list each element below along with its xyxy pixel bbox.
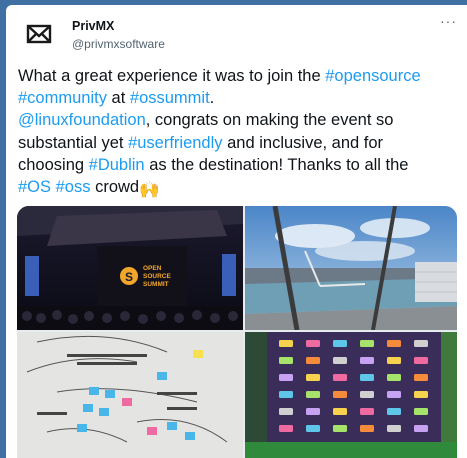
tweet-text-segment: and inclusive, and for (222, 133, 384, 152)
sticker (414, 408, 428, 415)
sticker (387, 391, 401, 398)
sticker (306, 374, 320, 381)
tweet-text-segment: crowd (90, 178, 140, 197)
photo-stage[interactable]: S OPEN SOURCE SUMMIT (17, 206, 243, 330)
tweet-text-segment: What a great experience it was to join t… (18, 67, 326, 85)
raising-hands-emoji-icon: 🙌 (139, 181, 160, 200)
stage-logo-line-3: SUMMIT (143, 281, 169, 288)
stage-logo-letter: S (125, 270, 133, 284)
author-name[interactable]: PrivMX (72, 19, 114, 33)
hashtag-link[interactable]: #ossummit (130, 89, 210, 107)
sticker (387, 340, 401, 347)
sticker (333, 408, 347, 415)
sticker (306, 408, 320, 415)
sticker (279, 408, 293, 415)
tweet-text-segment: choosing (18, 155, 89, 174)
stage-logo-line-2: SOURCE (143, 273, 171, 280)
photo-sticker-wall[interactable] (245, 332, 457, 458)
photo-dublin-view[interactable] (245, 206, 457, 330)
sticker (360, 374, 374, 381)
tweet-text-segment: , congrats on making the event so (145, 111, 394, 130)
hashtag-link[interactable]: #Dublin (89, 156, 145, 174)
sticker (333, 374, 347, 381)
sticker (279, 340, 293, 347)
tweet-line: @linuxfoundation, congrats on making the… (18, 109, 463, 131)
tweet-line: #OS #oss crowd🙌 (18, 176, 463, 201)
sticker (306, 425, 320, 432)
privmx-logo-avatar[interactable] (24, 19, 54, 49)
sticker (333, 340, 347, 347)
sticker (306, 340, 320, 347)
sticker (414, 374, 428, 381)
sticker (333, 357, 347, 364)
tweet-text-segment: at (106, 89, 130, 108)
sticker (414, 425, 428, 432)
tweet-text-segment: as the destination! Thanks to all the (144, 155, 409, 174)
sticker (414, 340, 428, 347)
sticker (279, 391, 293, 398)
author-handle[interactable]: @privmxsoftware (72, 37, 165, 51)
sticker (360, 408, 374, 415)
mention-link[interactable]: @linuxfoundation (18, 111, 146, 129)
sticker (360, 391, 374, 398)
stage-logo-line-1: OPEN (143, 265, 162, 272)
more-icon[interactable]: ··· (440, 13, 457, 29)
sticker (387, 408, 401, 415)
hashtag-link[interactable]: #community (18, 89, 107, 107)
hashtag-link[interactable]: #userfriendly (128, 134, 222, 152)
sticker (360, 425, 374, 432)
sticker (360, 357, 374, 364)
sticker (387, 374, 401, 381)
sticker (387, 357, 401, 364)
tweet-text-segment: . (209, 89, 215, 108)
sticker (333, 391, 347, 398)
tweet-line: choosing #Dublin as the destination! Tha… (18, 154, 463, 176)
sticker (279, 357, 293, 364)
sticker (306, 357, 320, 364)
hashtag-link[interactable]: #OS (18, 178, 51, 196)
tweet-card[interactable]: PrivMX @privmxsoftware ··· What a great … (6, 5, 467, 458)
sticker (387, 425, 401, 432)
sticker (279, 374, 293, 381)
sticker (279, 425, 293, 432)
media-grid[interactable]: S OPEN SOURCE SUMMIT (17, 206, 457, 458)
sticker (306, 391, 320, 398)
tweet-text-segment: substantial yet (18, 133, 129, 152)
sticker (414, 391, 428, 398)
sticker (360, 340, 374, 347)
tweet-line: substantial yet #userfriendly and inclus… (18, 132, 463, 154)
tweet-text: What a great experience it was to join t… (18, 65, 463, 201)
photo-sticky-board[interactable] (17, 332, 243, 458)
tweet-line: #community at #ossummit. (18, 87, 463, 109)
tweet-line: What a great experience it was to join t… (18, 65, 463, 87)
sticker (414, 357, 428, 364)
hashtag-link[interactable]: #opensource (325, 67, 420, 85)
hashtag-link[interactable]: #oss (56, 178, 91, 196)
sticker (333, 425, 347, 432)
